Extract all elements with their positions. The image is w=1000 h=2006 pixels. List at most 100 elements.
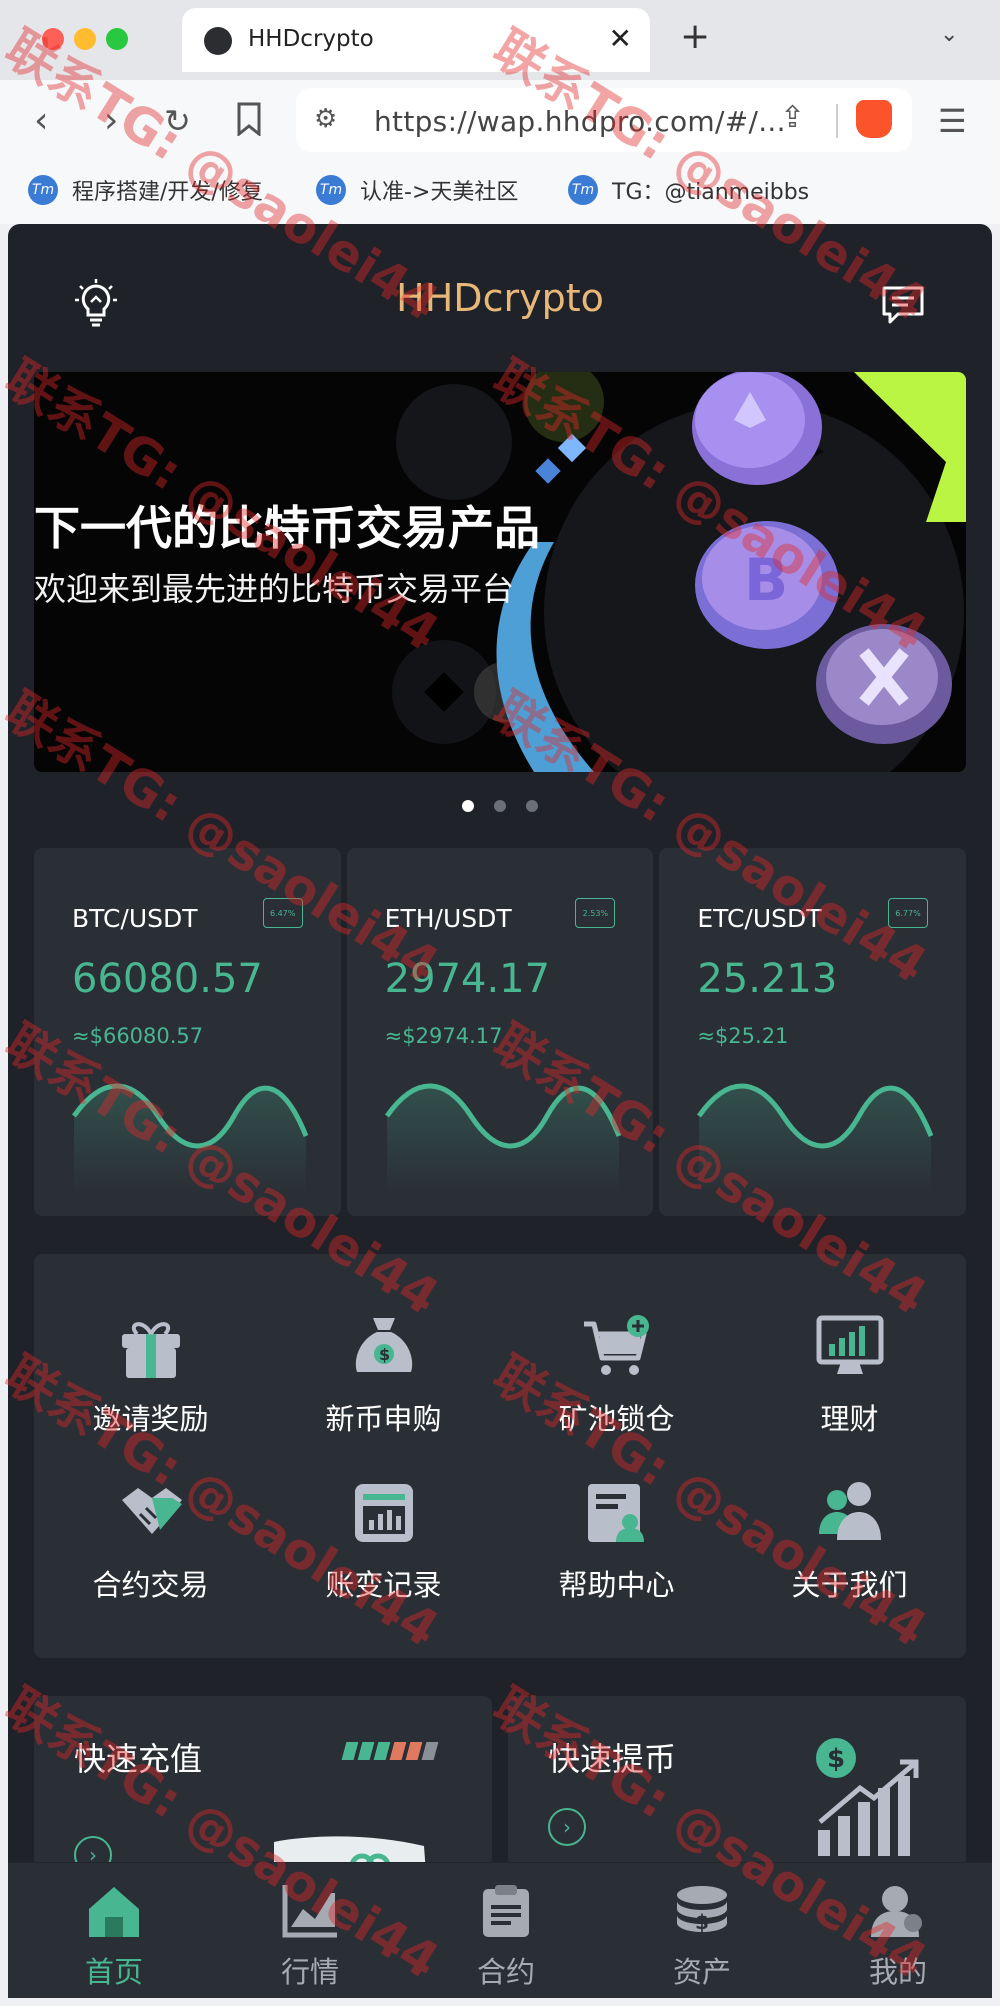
ticker-usd: ≈$2974.17: [384, 1024, 503, 1048]
menu-icon[interactable]: ☰: [938, 102, 967, 140]
bookmark-label: 程序搭建/开发/修复: [72, 180, 263, 205]
grid-item-pool[interactable]: 矿池锁仓: [500, 1314, 733, 1438]
progress-stripes: [341, 1742, 439, 1760]
bar-report-icon: [354, 1484, 413, 1542]
quick-deposit-title: 快速充值: [74, 1740, 203, 1778]
grid-item-label: 账变记录: [325, 1568, 442, 1602]
bookmark-label: 认准->天美社区: [360, 180, 519, 205]
quick-withdraw-arrow-icon[interactable]: ›: [548, 1808, 586, 1846]
ticker-row: BTC/USDT 6.47% 66080.57 ≈$66080.57 ETH/U…: [34, 848, 967, 1216]
minimize-window-button[interactable]: [74, 28, 96, 50]
address-bar[interactable]: ⚙ https://wap.hhdpro.com/#/... ⇪: [296, 88, 912, 152]
bottom-navigation: 首页 行情 合约 $ 资产 我的: [8, 1862, 992, 1998]
nav-contract[interactable]: 合约: [436, 1883, 576, 1991]
user-icon: [871, 1886, 922, 1937]
reload-icon[interactable]: ↻: [164, 102, 191, 140]
grid-item-label: 邀请奖励: [92, 1402, 209, 1436]
nav-market[interactable]: 行情: [240, 1883, 380, 1991]
coins-icon: $: [677, 1886, 727, 1934]
ticker-change-badge: 6.47%: [262, 898, 303, 928]
grid-item-ico[interactable]: $ 新币申购: [267, 1314, 500, 1438]
ticker-sparkline: [72, 1083, 308, 1196]
carousel-indicator: [8, 800, 992, 812]
ticker-price: 25.213: [697, 956, 838, 1002]
browser-tab[interactable]: HHDcrypto ✕: [182, 8, 650, 72]
browser-toolbar: ‹ › ↻ ⚙ https://wap.hhdpro.com/#/... ⇪ ☰: [0, 80, 1000, 164]
grid-item-invite[interactable]: 邀请奖励: [34, 1314, 267, 1438]
ticker-change-badge: 2.53%: [575, 898, 616, 928]
url-divider: [836, 104, 838, 138]
banner-headline: 下一代的比特币交易产品: [34, 501, 540, 555]
ticker-card-eth[interactable]: ETH/USDT 2.53% 2974.17 ≈$2974.17: [346, 848, 654, 1216]
market-chart-icon: [282, 1885, 337, 1938]
nav-label: 合约: [476, 1955, 535, 1989]
back-icon[interactable]: ‹: [34, 100, 48, 141]
brave-shields-icon[interactable]: [856, 100, 892, 138]
ticker-change-badge: 6.77%: [888, 898, 929, 928]
clipboard-icon: [483, 1885, 529, 1937]
site-settings-icon[interactable]: ⚙: [314, 104, 337, 134]
app-viewport: HHDcrypto B 下一代的比特币交易产品 欢迎来到最先进的比特币交易平台 …: [8, 224, 992, 1998]
banner-subline: 欢迎来到最先进的比特币交易平台: [34, 570, 515, 608]
browser-tab-bar: HHDcrypto ✕ + ⌄: [0, 0, 1000, 80]
home-icon: [89, 1887, 139, 1937]
share-icon[interactable]: ⇪: [780, 100, 805, 135]
globe-icon: [204, 27, 232, 55]
help-doc-icon: [587, 1484, 644, 1542]
close-window-button[interactable]: [42, 28, 64, 50]
ticker-sparkline: [384, 1083, 621, 1196]
tm-icon: Tm: [568, 175, 598, 205]
message-icon[interactable]: [880, 284, 926, 326]
url-text[interactable]: https://wap.hhdpro.com/#/...: [374, 105, 786, 138]
ticker-sparkline: [697, 1083, 934, 1196]
ticker-card-btc[interactable]: BTC/USDT 6.47% 66080.57 ≈$66080.57: [34, 848, 341, 1216]
nav-home[interactable]: 首页: [44, 1883, 184, 1991]
grid-item-help[interactable]: 帮助中心: [500, 1480, 733, 1604]
carousel-dot[interactable]: [494, 800, 506, 812]
grid-item-about[interactable]: 关于我们: [733, 1480, 966, 1604]
bookmark-item[interactable]: Tm 程序搭建/开发/修复: [28, 174, 263, 206]
forward-icon[interactable]: ›: [104, 100, 118, 141]
nav-profile[interactable]: 我的: [828, 1883, 968, 1991]
grid-item-label: 理财: [820, 1402, 879, 1436]
grid-item-ledger[interactable]: 账变记录: [267, 1480, 500, 1604]
ticker-usd: ≈$25.21: [697, 1024, 789, 1048]
ticker-price: 2974.17: [384, 956, 551, 1002]
grid-item-contract[interactable]: 合约交易: [34, 1480, 267, 1604]
ticker-pair: BTC/USDT: [72, 904, 198, 933]
zoom-window-button[interactable]: [106, 28, 128, 50]
monitor-chart-icon: [816, 1315, 883, 1374]
tab-title: HHDcrypto: [248, 26, 374, 52]
promo-banner[interactable]: B 下一代的比特币交易产品 欢迎来到最先进的比特币交易平台: [34, 372, 966, 772]
tab-close-button[interactable]: ✕: [609, 22, 632, 55]
money-bag-icon: $: [355, 1318, 412, 1372]
grid-item-label: 新币申购: [325, 1402, 442, 1436]
quick-withdraw-title: 快速提币: [548, 1740, 677, 1778]
bookmark-icon[interactable]: [236, 102, 262, 136]
handshake-icon: [121, 1488, 182, 1534]
bookmark-item[interactable]: Tm 认准->天美社区: [316, 174, 518, 206]
carousel-dot[interactable]: [526, 800, 538, 812]
svg-text:B: B: [744, 546, 788, 614]
svg-text:$: $: [695, 1910, 709, 1934]
gift-icon: [121, 1322, 180, 1378]
app-header: HHDcrypto: [8, 224, 992, 364]
cart-add-icon: [583, 1315, 649, 1375]
nav-label: 资产: [672, 1955, 731, 1989]
carousel-dot[interactable]: [462, 800, 474, 812]
bookmark-label: TG：@tianmeibbs: [612, 180, 810, 205]
tab-list-chevron-icon[interactable]: ⌄: [940, 22, 958, 47]
bookmark-item[interactable]: Tm TG：@tianmeibbs: [568, 174, 809, 206]
nav-label: 行情: [280, 1955, 339, 1989]
bookmarks-bar: Tm 程序搭建/开发/修复 Tm 认准->天美社区 Tm TG：@tianmei…: [0, 164, 1000, 224]
nav-label: 我的: [868, 1955, 927, 1989]
new-tab-button[interactable]: +: [680, 16, 710, 57]
grid-item-finance[interactable]: 理财: [733, 1314, 966, 1438]
grid-item-label: 帮助中心: [558, 1568, 675, 1602]
growth-chart-icon: $: [816, 1738, 919, 1856]
nav-assets[interactable]: $ 资产: [632, 1883, 772, 1991]
nav-label: 首页: [84, 1955, 143, 1989]
ticker-card-etc[interactable]: ETC/USDT 6.77% 25.213 ≈$25.21: [659, 848, 967, 1216]
tm-icon: Tm: [28, 175, 58, 205]
ticker-usd: ≈$66080.57: [72, 1024, 204, 1048]
